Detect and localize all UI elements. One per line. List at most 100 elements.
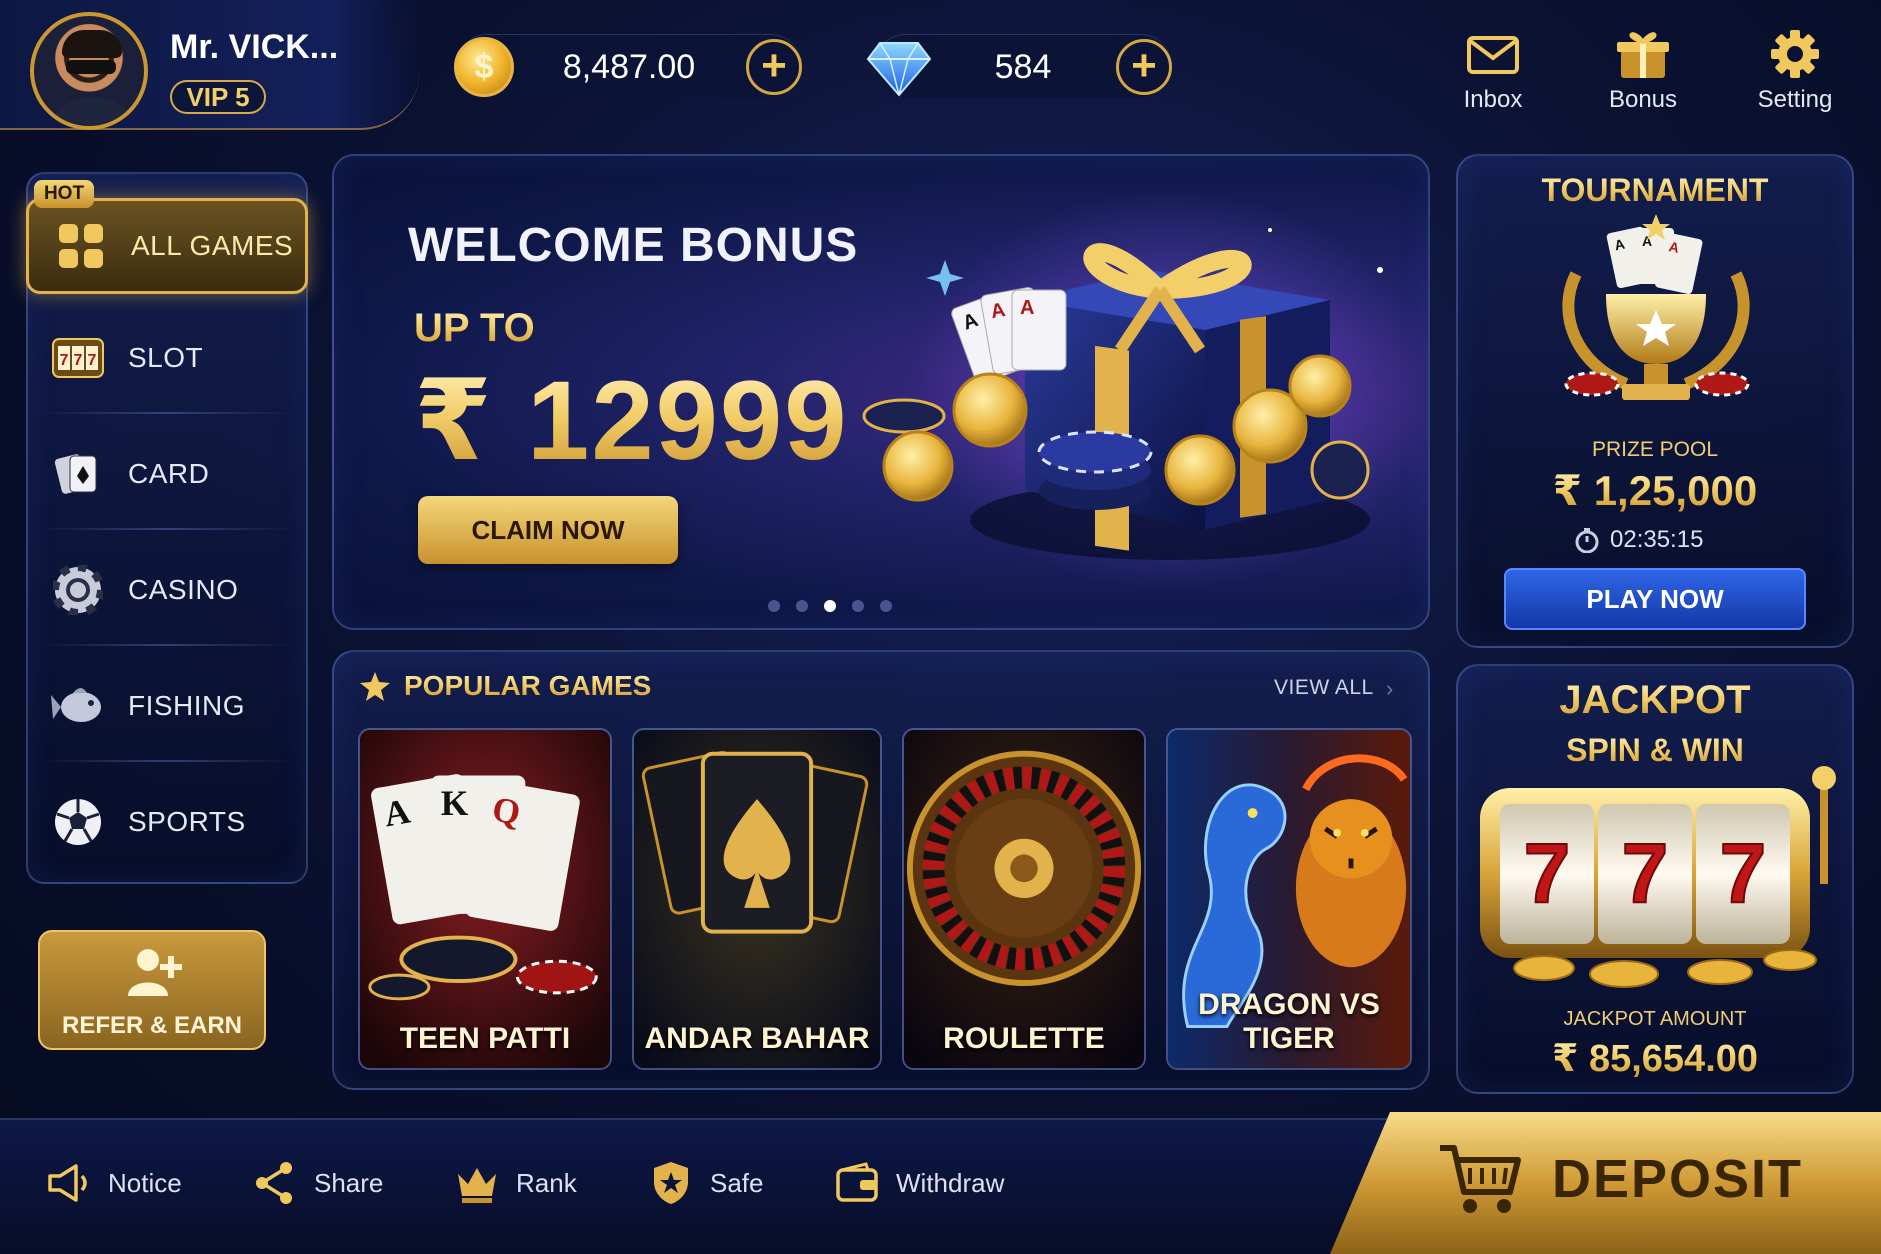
- game-name: ANDAR BAHAR: [644, 1022, 870, 1055]
- profile-card[interactable]: Mr. VICK... VIP 5: [0, 0, 420, 130]
- banner-subtitle: UP TO: [414, 306, 535, 350]
- sidebar-item-label: CASINO: [128, 574, 239, 605]
- top-bar: Mr. VICK... VIP 5 $ 8,487.00 + 584 + Inb…: [0, 0, 1881, 130]
- slot-icon: 7 7 7: [50, 334, 106, 382]
- game-card-teen-patti[interactable]: A K Q TEEN PATTI: [358, 728, 612, 1070]
- sidebar-item-label: CARD: [128, 458, 210, 489]
- inbox-button[interactable]: Inbox: [1438, 28, 1548, 114]
- divider: [40, 644, 294, 646]
- jackpot-title: JACKPOT: [1456, 678, 1854, 723]
- share-button[interactable]: Share: [252, 1160, 383, 1206]
- svg-text:K: K: [441, 783, 469, 823]
- notice-button[interactable]: Notice: [46, 1160, 182, 1206]
- gift-icon: [1617, 32, 1669, 78]
- sidebar-item-casino[interactable]: CASINO: [26, 542, 308, 638]
- bonus-label: Bonus: [1608, 86, 1678, 113]
- claim-now-button[interactable]: CLAIM NOW: [418, 496, 678, 564]
- svg-text:7: 7: [74, 352, 83, 369]
- refer-earn-button[interactable]: REFER & EARN: [38, 930, 266, 1050]
- add-gems-button[interactable]: +: [1116, 39, 1172, 95]
- soccer-ball-icon: [50, 798, 106, 846]
- safe-button[interactable]: Safe: [648, 1160, 764, 1206]
- coin-value: 8,487.00: [562, 48, 696, 86]
- jackpot-amount-label: JACKPOT AMOUNT: [1563, 1008, 1747, 1030]
- gem-value: 584: [994, 48, 1052, 86]
- deposit-label: DEPOSIT: [1552, 1149, 1804, 1209]
- divider: [40, 760, 294, 762]
- gift-box-illustration: A A A: [862, 190, 1420, 590]
- megaphone-icon: [48, 1164, 87, 1202]
- stopwatch-icon: [1575, 528, 1599, 553]
- inbox-label: Inbox: [1463, 86, 1523, 113]
- trophy-icon: A A A: [1562, 214, 1750, 400]
- teen-patti-art: A K Q: [360, 730, 610, 1068]
- setting-label: Setting: [1757, 86, 1833, 113]
- rank-button[interactable]: Rank: [454, 1160, 577, 1206]
- coin-balance: $ 8,487.00 +: [454, 34, 802, 98]
- withdraw-button[interactable]: Withdraw: [834, 1160, 1004, 1206]
- notice-label: Notice: [108, 1167, 182, 1198]
- divider: [40, 528, 294, 530]
- share-icon: [256, 1162, 292, 1204]
- avatar[interactable]: [30, 12, 148, 130]
- jackpot-amount: ₹ 85,654.00: [1456, 1036, 1854, 1081]
- carousel-dot[interactable]: [768, 600, 780, 612]
- game-card-roulette[interactable]: ROULETTE: [902, 728, 1146, 1070]
- game-card-dragon-vs-tiger[interactable]: DRAGON VS TIGER: [1166, 728, 1412, 1070]
- game-name: TEEN PATTI: [399, 1022, 571, 1055]
- play-now-button[interactable]: PLAY NOW: [1504, 568, 1806, 630]
- reel-3: 7: [1720, 826, 1767, 920]
- safe-label: Safe: [710, 1167, 764, 1198]
- svg-text:7: 7: [88, 352, 97, 369]
- tournament-timer: 02:35:15: [1574, 526, 1703, 554]
- carousel-dot[interactable]: [824, 600, 836, 612]
- roulette-art: [904, 730, 1144, 1068]
- fish-icon: [50, 682, 106, 730]
- vip-badge: VIP 5: [170, 80, 266, 114]
- shield-icon: [654, 1162, 688, 1204]
- banner-title: WELCOME BONUS: [408, 219, 859, 272]
- chevron-right-icon[interactable]: ›: [1386, 676, 1393, 702]
- prize-pool-label: PRIZE POOL: [1591, 438, 1719, 461]
- setting-button[interactable]: Setting: [1740, 28, 1850, 114]
- carousel-dot[interactable]: [852, 600, 864, 612]
- banner-amount: ₹ 12999: [414, 356, 849, 486]
- carousel-dots: [768, 600, 892, 612]
- card-icon: [50, 450, 106, 498]
- deposit-button[interactable]: DEPOSIT: [1330, 1112, 1881, 1254]
- game-name: DRAGON VS TIGER: [1198, 988, 1380, 1055]
- sidebar-item-sports[interactable]: SPORTS: [26, 774, 308, 870]
- reel-2: 7: [1622, 826, 1669, 920]
- gem-balance: 584 +: [866, 34, 1172, 98]
- popular-games-title: POPULAR GAMES: [404, 670, 652, 701]
- grid-icon: [53, 222, 109, 270]
- rank-label: Rank: [516, 1167, 577, 1198]
- sidebar-item-fishing[interactable]: FISHING: [26, 658, 308, 754]
- divider: [40, 412, 294, 414]
- hot-badge: HOT: [34, 180, 94, 208]
- carousel-dot[interactable]: [880, 600, 892, 612]
- coin-icon: $: [454, 37, 514, 97]
- tournament-title: TOURNAMENT: [1456, 172, 1854, 209]
- reel-1: 7: [1524, 826, 1571, 920]
- crown-icon: [458, 1168, 496, 1203]
- carousel-dot[interactable]: [796, 600, 808, 612]
- cart-icon: [1440, 1145, 1521, 1213]
- casino-chip-icon: [50, 565, 106, 615]
- sidebar-item-label: FISHING: [128, 690, 246, 721]
- refer-earn-label: REFER & EARN: [61, 1012, 242, 1039]
- sidebar-item-card[interactable]: CARD: [26, 426, 308, 522]
- wallet-icon: [836, 1162, 878, 1202]
- game-card-andar-bahar[interactable]: ANDAR BAHAR: [632, 728, 882, 1070]
- sidebar-item-label: ALL GAMES: [131, 230, 294, 261]
- add-coins-button[interactable]: +: [746, 39, 802, 95]
- sidebar-item-all-games[interactable]: ALL GAMES: [26, 198, 308, 294]
- inbox-icon: [1467, 36, 1519, 74]
- andar-bahar-art: [634, 730, 880, 1068]
- prize-pool-value: ₹ 1,25,000: [1456, 466, 1854, 515]
- view-all-link[interactable]: VIEW ALL: [1274, 676, 1374, 700]
- star-icon: [360, 672, 390, 701]
- sidebar-item-slot[interactable]: 7 7 7 SLOT: [26, 310, 308, 406]
- bonus-button[interactable]: Bonus: [1588, 28, 1698, 114]
- gear-icon: [1771, 30, 1819, 78]
